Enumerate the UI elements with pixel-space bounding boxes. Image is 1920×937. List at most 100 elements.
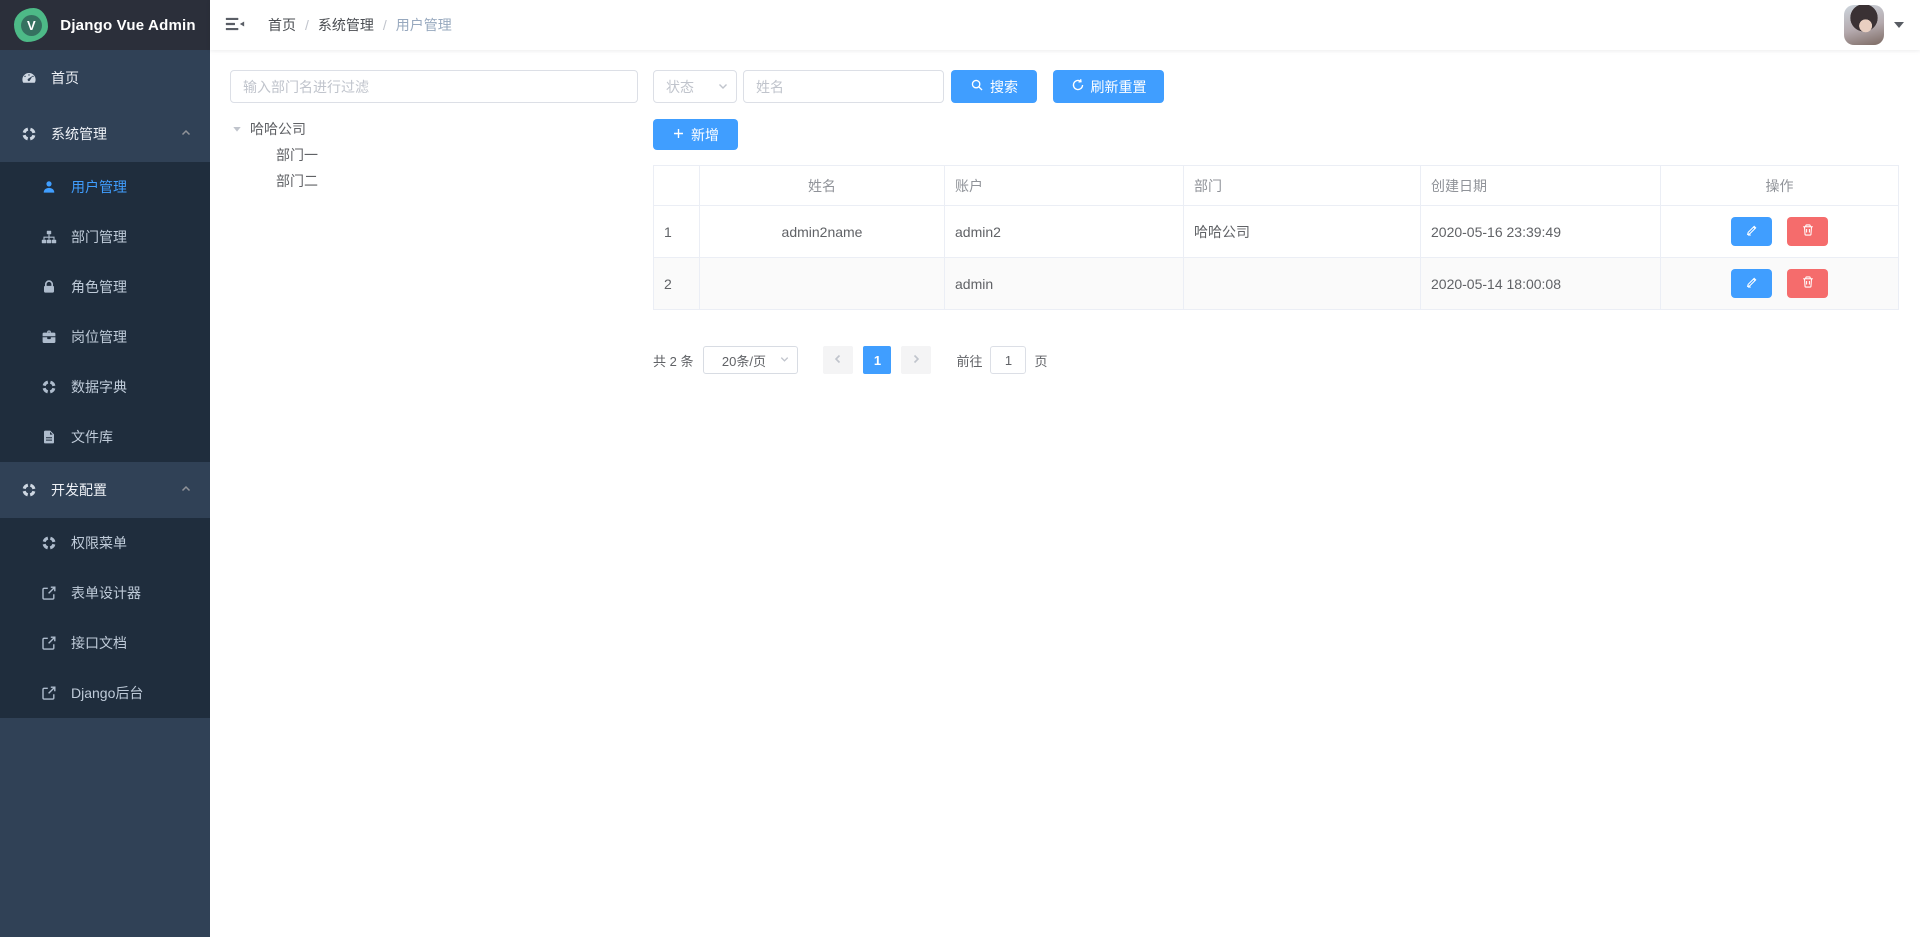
external-link-icon — [40, 584, 58, 602]
total-count-label: 共 2 条 — [653, 351, 693, 370]
sidebar-item-label: 首页 — [51, 68, 79, 88]
department-filter-input[interactable] — [230, 70, 638, 103]
app-root: V Django Vue Admin 首页 系统管理 — [0, 0, 1920, 937]
user-icon — [40, 178, 58, 196]
goto-page-input[interactable] — [990, 346, 1026, 374]
sidebar-item-django-admin[interactable]: Django后台 — [0, 668, 210, 718]
sidebar-group-label: 开发配置 — [51, 480, 107, 500]
header-name: 姓名 — [700, 166, 945, 206]
table-row: 1 admin2name admin2 哈哈公司 2020-05-16 23:3… — [654, 206, 1899, 258]
sidebar-item-files[interactable]: 文件库 — [0, 412, 210, 462]
component-icon — [20, 481, 38, 499]
refresh-reset-button[interactable]: 刷新重置 — [1053, 70, 1164, 103]
table-row: 2 admin 2020-05-14 18:00:08 — [654, 258, 1899, 310]
delete-button[interactable] — [1787, 217, 1828, 246]
cell-index: 2 — [654, 258, 700, 310]
user-panel: 搜索 刷新重置 新增 — [653, 70, 1899, 917]
tree-node-label: 哈哈公司 — [250, 119, 306, 139]
breadcrumb-current: 用户管理 — [396, 15, 452, 35]
tree-node-root[interactable]: 哈哈公司 — [230, 116, 638, 142]
document-icon — [40, 428, 58, 446]
sidebar-item-label: Django后台 — [71, 683, 143, 703]
vue-logo-letter: V — [21, 15, 42, 36]
sitemap-icon — [40, 228, 58, 246]
sidebar-item-home[interactable]: 首页 — [0, 50, 210, 106]
sidebar-toggle-button[interactable] — [210, 0, 260, 50]
next-page-button[interactable] — [901, 346, 931, 374]
submenu-dev: 权限菜单 表单设计器 接口文档 — [0, 518, 210, 718]
breadcrumb-home[interactable]: 首页 — [268, 15, 296, 35]
sidebar-item-permission-menu[interactable]: 权限菜单 — [0, 518, 210, 568]
chevron-up-icon — [180, 126, 192, 142]
prev-page-button[interactable] — [823, 346, 853, 374]
edit-button[interactable] — [1731, 217, 1772, 246]
status-select[interactable] — [653, 70, 737, 103]
page-content: 哈哈公司 部门一 部门二 — [210, 50, 1920, 937]
cell-index: 1 — [654, 206, 700, 258]
sidebar-item-form-designer[interactable]: 表单设计器 — [0, 568, 210, 618]
component-icon — [40, 378, 58, 396]
cell-created: 2020-05-16 23:39:49 — [1421, 206, 1661, 258]
sidebar-item-positions[interactable]: 岗位管理 — [0, 312, 210, 362]
tree-node-label: 部门二 — [276, 171, 318, 191]
edit-button[interactable] — [1731, 269, 1772, 298]
sidebar-item-label: 权限菜单 — [71, 533, 127, 553]
navbar-right — [1844, 5, 1920, 45]
sidebar-item-users[interactable]: 用户管理 — [0, 162, 210, 212]
page-number-button[interactable]: 1 — [863, 346, 891, 374]
sidebar-item-label: 表单设计器 — [71, 583, 141, 603]
tree-node-label: 部门一 — [276, 145, 318, 165]
hamburger-icon — [225, 14, 245, 37]
logo-bar[interactable]: V Django Vue Admin — [0, 0, 210, 50]
status-select-input[interactable] — [653, 70, 737, 103]
caret-down-icon — [230, 124, 244, 134]
sidebar-item-label: 数据字典 — [71, 377, 127, 397]
name-filter-input[interactable] — [743, 70, 944, 103]
sidebar-item-label: 角色管理 — [71, 277, 127, 297]
sidebar-item-departments[interactable]: 部门管理 — [0, 212, 210, 262]
breadcrumb-section[interactable]: 系统管理 — [318, 15, 374, 35]
sidebar-item-label: 接口文档 — [71, 633, 127, 653]
filter-row: 搜索 刷新重置 — [653, 70, 1899, 103]
table-header-row: 姓名 账户 部门 创建日期 操作 — [654, 166, 1899, 206]
sidebar: V Django Vue Admin 首页 系统管理 — [0, 0, 210, 937]
pager: 1 — [823, 346, 931, 374]
cell-account: admin — [945, 258, 1184, 310]
page-size-select[interactable]: 20条/页 — [703, 346, 798, 374]
chevron-left-icon — [832, 353, 844, 368]
chevron-right-icon — [910, 353, 922, 368]
tree-node-child[interactable]: 部门一 — [230, 142, 638, 168]
tree-node-child[interactable]: 部门二 — [230, 168, 638, 194]
component-icon — [20, 125, 38, 143]
trash-icon — [1801, 223, 1815, 240]
sidebar-group-system[interactable]: 系统管理 — [0, 106, 210, 162]
search-button[interactable]: 搜索 — [951, 70, 1037, 103]
user-avatar[interactable] — [1844, 5, 1884, 45]
external-link-icon — [40, 684, 58, 702]
sidebar-item-label: 部门管理 — [71, 227, 127, 247]
reset-button-label: 刷新重置 — [1091, 77, 1147, 97]
sidebar-item-roles[interactable]: 角色管理 — [0, 262, 210, 312]
dashboard-icon — [20, 69, 38, 87]
top-navbar: 首页 / 系统管理 / 用户管理 — [210, 0, 1920, 50]
cell-name — [700, 258, 945, 310]
chevron-down-icon — [779, 353, 790, 368]
sidebar-item-api-docs[interactable]: 接口文档 — [0, 618, 210, 668]
sidebar-item-dictionary[interactable]: 数据字典 — [0, 362, 210, 412]
caret-down-icon — [1894, 22, 1904, 28]
cell-name: admin2name — [700, 206, 945, 258]
add-button[interactable]: 新增 — [653, 119, 738, 150]
goto-page: 前往 页 — [956, 346, 1047, 374]
breadcrumb: 首页 / 系统管理 / 用户管理 — [268, 15, 452, 35]
header-account: 账户 — [945, 166, 1184, 206]
delete-button[interactable] — [1787, 269, 1828, 298]
edit-pencil-icon — [1745, 223, 1759, 240]
cell-actions — [1661, 206, 1899, 258]
search-button-label: 搜索 — [990, 77, 1018, 97]
cell-actions — [1661, 258, 1899, 310]
header-index — [654, 166, 700, 206]
goto-unit-label: 页 — [1034, 351, 1047, 370]
header-actions: 操作 — [1661, 166, 1899, 206]
app-title: Django Vue Admin — [60, 17, 195, 34]
sidebar-group-dev[interactable]: 开发配置 — [0, 462, 210, 518]
